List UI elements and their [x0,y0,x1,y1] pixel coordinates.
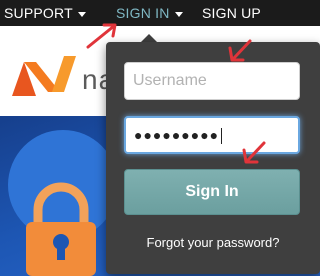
annotation-arrow-icon [86,23,117,49]
annotation-arrow-icon [242,141,266,164]
nav-support[interactable]: SUPPORT [4,0,86,26]
annotation-arrow-icon [228,39,252,62]
password-value: ●●●●●●●●● [134,126,223,145]
forgot-password-link[interactable]: Forgot your password? [106,235,320,250]
nav-support-label: SUPPORT [4,5,73,21]
sign-in-button[interactable]: Sign In [124,169,300,215]
nav-sign-in-label: SIGN IN [116,5,170,21]
nav-sign-in[interactable]: SIGN IN [116,0,183,26]
caret-down-icon [77,11,86,17]
nav-sign-up-label: SIGN UP [202,5,261,21]
logo-mark-icon[interactable] [10,52,80,96]
nav-sign-up[interactable]: SIGN UP [202,0,261,26]
padlock-icon [26,182,96,276]
username-input[interactable] [124,62,300,100]
sign-in-dropdown: ●●●●●●●●● Sign In Forgot your password? [106,42,320,274]
top-navigation: SUPPORT SIGN IN SIGN UP [0,0,320,26]
caret-down-icon [174,11,183,17]
